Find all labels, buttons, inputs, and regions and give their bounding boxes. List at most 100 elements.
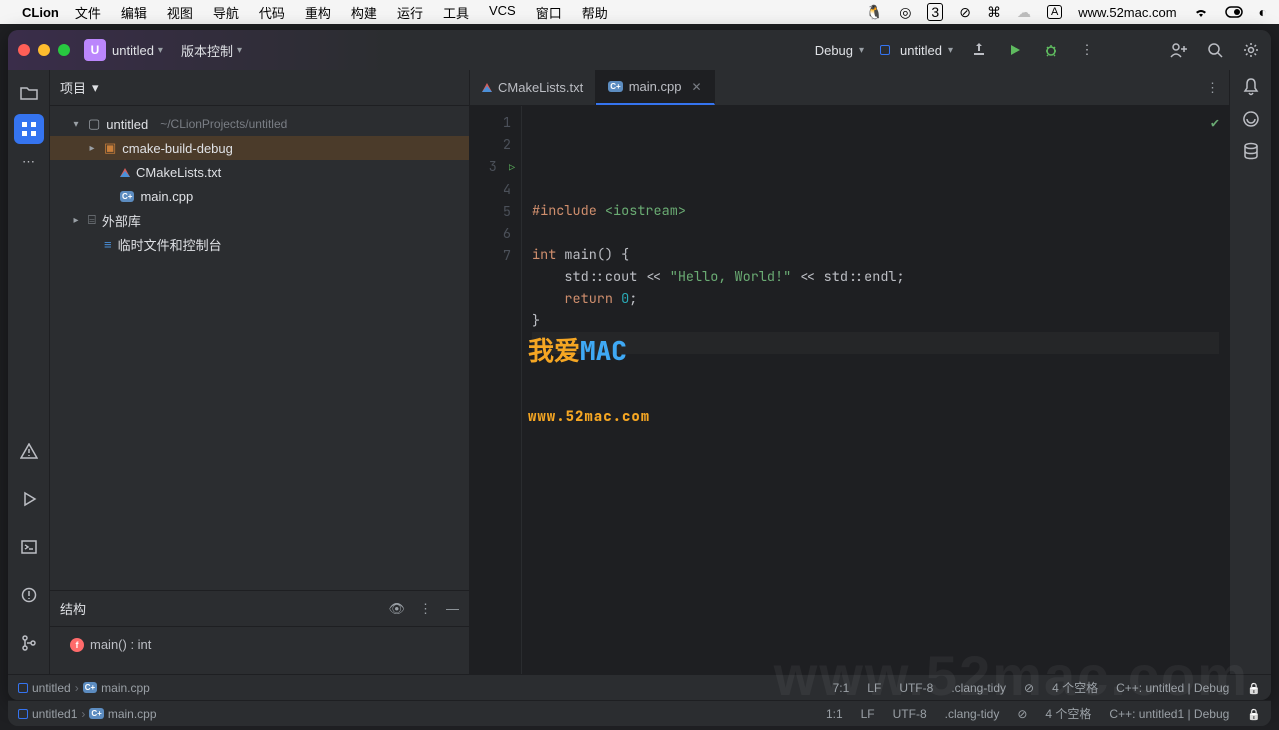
code-content[interactable]: ✔ 我爱MAC www.52mac.com #include <iostream… xyxy=(522,106,1229,674)
expand-icon[interactable]: ▾ xyxy=(70,119,82,130)
project-badge[interactable]: U xyxy=(84,39,106,61)
line-separator[interactable]: LF xyxy=(861,707,875,721)
crumb-project[interactable]: untitled1 xyxy=(32,707,77,721)
tabs-more-button[interactable]: ⋮ xyxy=(1196,70,1229,105)
menu-help[interactable]: 帮助 xyxy=(582,3,608,22)
tray-cc-icon[interactable]: ◎ xyxy=(899,4,911,21)
minimize-icon[interactable]: — xyxy=(446,601,459,617)
search-button[interactable] xyxy=(1205,42,1225,58)
tray-penguin-icon[interactable]: 🐧 xyxy=(866,4,883,21)
tray-command-icon[interactable]: ⌘ xyxy=(987,4,1001,21)
code-editor[interactable]: 123 ▷4567 ✔ 我爱MAC www.52mac.com #include… xyxy=(470,106,1229,674)
run-target-selector[interactable]: untitled ▾ xyxy=(880,43,953,58)
menu-tools[interactable]: 工具 xyxy=(443,3,469,22)
tray-cloud-icon[interactable]: ☁ xyxy=(1017,4,1031,21)
mac-menu-items: 文件 编辑 视图 导航 代码 重构 构建 运行 工具 VCS 窗口 帮助 xyxy=(75,3,608,22)
menu-code[interactable]: 代码 xyxy=(259,3,285,22)
tree-cmake-file[interactable]: CMakeLists.txt xyxy=(50,160,469,184)
minimize-window-button[interactable] xyxy=(38,44,50,56)
vcs-dropdown[interactable]: 版本控制 ▾ xyxy=(181,41,242,60)
cursor-position[interactable]: 7:1 xyxy=(833,681,850,695)
menu-edit[interactable]: 编辑 xyxy=(121,3,147,22)
tray-no-entry-icon[interactable]: ⊘ xyxy=(959,4,971,21)
file-encoding[interactable]: UTF-8 xyxy=(893,707,927,721)
expand-icon[interactable]: ▸ xyxy=(86,143,98,154)
no-entry-icon[interactable]: ⊘ xyxy=(1017,707,1027,721)
cpp-icon: C+ xyxy=(120,191,134,202)
build-config-selector[interactable]: Debug ▾ xyxy=(815,43,864,58)
status-bar: untitled › C+ main.cpp 7:1 LF UTF-8 .cla… xyxy=(8,674,1271,700)
tree-main-file[interactable]: C+ main.cpp xyxy=(50,184,469,208)
more-tools-button[interactable]: ⋯ xyxy=(22,154,35,170)
tree-build-folder[interactable]: ▸ ▣ cmake-build-debug xyxy=(50,136,469,160)
git-tool-button[interactable] xyxy=(14,628,44,658)
readonly-icon[interactable] xyxy=(1247,707,1261,721)
file-encoding[interactable]: UTF-8 xyxy=(899,681,933,695)
expand-icon[interactable]: ▸ xyxy=(70,215,82,226)
menu-navigate[interactable]: 导航 xyxy=(213,3,239,22)
close-tab-icon[interactable]: ✕ xyxy=(691,80,701,94)
menu-run[interactable]: 运行 xyxy=(397,3,423,22)
right-tool-rail xyxy=(1229,70,1271,674)
cmake-icon xyxy=(482,83,492,92)
tree-scratches[interactable]: ≡ 临时文件和控制台 xyxy=(50,232,469,256)
more-actions-button[interactable]: ⋮ xyxy=(1077,42,1097,58)
visibility-icon[interactable]: 👁 xyxy=(388,601,405,617)
menu-view[interactable]: 视图 xyxy=(167,3,193,22)
crumb-file[interactable]: main.cpp xyxy=(108,707,157,721)
menu-vcs[interactable]: VCS xyxy=(489,3,516,22)
structure-tool-button[interactable] xyxy=(14,114,44,144)
build-button[interactable] xyxy=(969,42,989,58)
line-separator[interactable]: LF xyxy=(867,681,881,695)
services-tool-button[interactable] xyxy=(14,484,44,514)
tree-root[interactable]: ▾ ▢ untitled ~/CLionProjects/untitled xyxy=(50,112,469,136)
menu-window[interactable]: 窗口 xyxy=(536,3,562,22)
linter-config[interactable]: .clang-tidy xyxy=(945,707,1000,721)
more-icon[interactable]: ⋮ xyxy=(419,601,432,617)
chevron-down-icon[interactable]: ▾ xyxy=(92,80,99,96)
indent-setting[interactable]: 4 个空格 xyxy=(1045,705,1091,722)
close-window-button[interactable] xyxy=(18,44,30,56)
run-context[interactable]: C++: untitled1 | Debug xyxy=(1109,707,1229,721)
menu-build[interactable]: 构建 xyxy=(351,3,377,22)
cpp-icon: C+ xyxy=(608,81,622,92)
cursor-position[interactable]: 1:1 xyxy=(826,707,843,721)
app-name[interactable]: CLion xyxy=(22,5,59,20)
tab-main-cpp[interactable]: C+ main.cpp ✕ xyxy=(596,70,714,105)
crumb-file[interactable]: main.cpp xyxy=(101,681,150,695)
notifications-button[interactable] xyxy=(1243,78,1259,96)
tray-input-icon[interactable]: A xyxy=(1047,5,1062,19)
code-with-me-button[interactable] xyxy=(1169,42,1189,58)
tree-item-label: CMakeLists.txt xyxy=(136,165,221,180)
problems-tool-button[interactable] xyxy=(14,436,44,466)
inspection-ok-icon[interactable]: ✔ xyxy=(1211,112,1219,134)
project-selector[interactable]: untitled ▾ xyxy=(112,43,163,58)
ai-assist-button[interactable] xyxy=(1242,110,1260,128)
structure-item[interactable]: f main() : int xyxy=(50,635,469,654)
tray-url[interactable]: www.52mac.com xyxy=(1078,5,1176,20)
debug-button[interactable] xyxy=(1041,42,1061,58)
crumb-project[interactable]: untitled xyxy=(32,681,71,695)
database-button[interactable] xyxy=(1243,142,1259,160)
tray-wifi-icon[interactable] xyxy=(1193,6,1209,18)
folder-icon: ▢ xyxy=(88,116,100,132)
run-button[interactable] xyxy=(1005,43,1025,57)
run-context[interactable]: C++: untitled | Debug xyxy=(1116,681,1229,695)
linter-config[interactable]: .clang-tidy xyxy=(951,681,1006,695)
info-tool-button[interactable] xyxy=(14,580,44,610)
tray-control-center-icon[interactable]: ◐ xyxy=(1259,4,1267,20)
tree-item-label: cmake-build-debug xyxy=(122,141,233,156)
no-entry-icon[interactable]: ⊘ xyxy=(1024,681,1034,695)
indent-setting[interactable]: 4 个空格 xyxy=(1052,679,1098,696)
tree-external-libs[interactable]: ▸ ⌸ 外部库 xyxy=(50,208,469,232)
readonly-icon[interactable] xyxy=(1247,681,1261,695)
tray-date-icon[interactable]: 3 xyxy=(927,3,943,21)
maximize-window-button[interactable] xyxy=(58,44,70,56)
tab-cmakelists[interactable]: CMakeLists.txt xyxy=(470,70,596,105)
terminal-tool-button[interactable] xyxy=(14,532,44,562)
tray-toggle-icon[interactable] xyxy=(1225,6,1243,18)
menu-file[interactable]: 文件 xyxy=(75,3,101,22)
settings-button[interactable] xyxy=(1241,42,1261,58)
project-tool-button[interactable] xyxy=(14,78,44,108)
menu-refactor[interactable]: 重构 xyxy=(305,3,331,22)
